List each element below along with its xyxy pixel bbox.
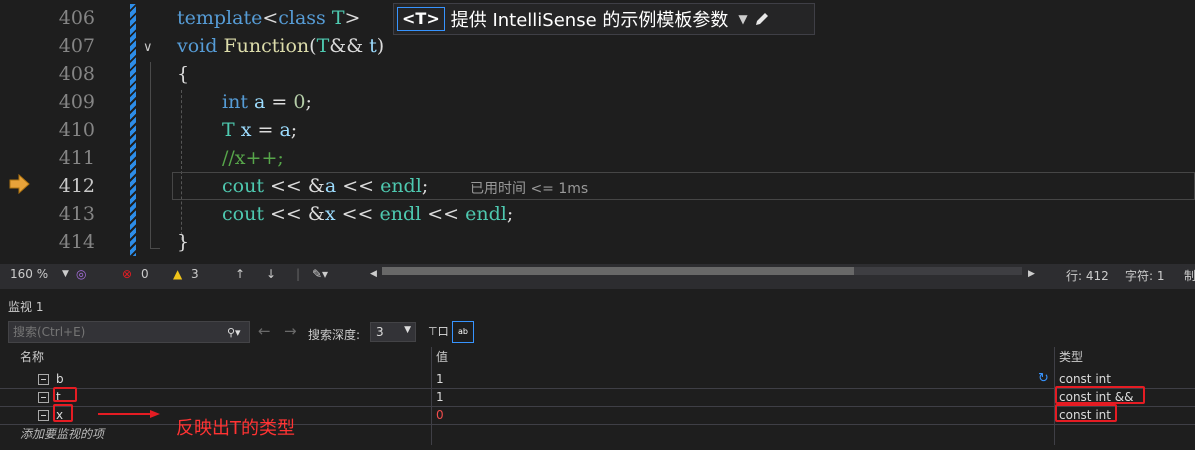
watch-value[interactable]: 1 xyxy=(436,390,444,404)
chevron-down-icon[interactable]: ▼ xyxy=(62,269,69,279)
line-number: 411 xyxy=(58,147,95,169)
column-header-name[interactable]: 名称 xyxy=(20,347,44,367)
line-number: 409 xyxy=(58,91,95,113)
execution-pointer-icon[interactable] xyxy=(9,174,31,194)
code-line[interactable]: { xyxy=(177,60,189,88)
watch-type: const int xyxy=(1059,372,1111,386)
table-row[interactable]: t 1 const int && xyxy=(0,389,1195,407)
line-number: 413 xyxy=(58,203,95,225)
column-indicator[interactable]: 字符: 1 xyxy=(1125,267,1165,284)
fold-region-end xyxy=(150,248,160,249)
line-number: 408 xyxy=(58,63,95,85)
chevron-down-icon[interactable]: ▼ xyxy=(738,12,747,26)
line-indicator[interactable]: 行: 412 xyxy=(1066,267,1109,284)
change-tracking-bar xyxy=(130,4,136,256)
pencil-icon[interactable] xyxy=(754,11,770,27)
highlight-box-t-type xyxy=(1055,386,1145,404)
chevron-down-icon: ▼ xyxy=(404,325,411,335)
copilot-icon[interactable]: ◎ xyxy=(76,267,86,281)
code-line[interactable]: int a = 0; xyxy=(222,88,312,116)
code-line[interactable]: cout << &x << endl << endl; xyxy=(222,200,513,228)
search-depth-select[interactable]: 3 ▼ xyxy=(370,322,416,342)
line-number: 407 xyxy=(58,35,95,57)
watch-search-input[interactable] xyxy=(9,324,227,340)
warning-count[interactable]: 3 xyxy=(191,267,199,281)
next-issue-icon[interactable]: ↓ xyxy=(266,267,276,281)
annotation-arrow-icon xyxy=(98,410,160,418)
warning-icon[interactable]: ▲ xyxy=(173,267,182,281)
zoom-level[interactable]: 160 % xyxy=(10,267,48,281)
line-number-current: 412 xyxy=(58,175,95,197)
elapsed-time-hint: 已用时间 <= 1ms xyxy=(470,181,589,197)
line-number: 406 xyxy=(58,7,95,29)
search-depth-value: 3 xyxy=(376,325,384,339)
annotation-text: 反映出T的类型 xyxy=(176,418,295,439)
watch-value-changed[interactable]: 0 xyxy=(436,408,444,422)
separator: | xyxy=(296,267,301,281)
fold-chevron-icon[interactable]: ∨ xyxy=(143,40,153,55)
code-line[interactable]: //x++; xyxy=(222,144,284,172)
error-count[interactable]: 0 xyxy=(141,267,149,281)
watch-value[interactable]: 1 xyxy=(436,372,444,386)
hex-format-button[interactable]: ab xyxy=(452,321,474,343)
variable-icon xyxy=(38,374,49,385)
scroll-right-icon[interactable]: ▶ xyxy=(1028,269,1035,279)
code-cleanup-icon[interactable]: ✎▾ xyxy=(312,267,328,281)
highlight-box-x-type xyxy=(1055,404,1117,422)
code-line[interactable]: } xyxy=(177,228,189,256)
line-number: 410 xyxy=(58,119,95,141)
watch-search-box[interactable]: ⚲▾ xyxy=(8,321,250,343)
search-back-icon[interactable]: ← xyxy=(258,322,271,340)
variable-icon xyxy=(38,392,49,403)
intellisense-template-bar[interactable]: <T> 提供 IntelliSense 的示例模板参数 ▼ xyxy=(393,3,815,35)
code-line[interactable]: template<class T> xyxy=(177,4,360,32)
template-badge: <T> xyxy=(397,7,445,31)
fold-region-line xyxy=(150,62,151,248)
pin-icon[interactable]: ⊤口 xyxy=(428,323,449,339)
highlight-box-t-name xyxy=(53,387,77,402)
code-line[interactable]: T x = a; xyxy=(222,116,297,144)
search-icon[interactable]: ⚲▾ xyxy=(227,326,249,339)
mode-indicator[interactable]: 制 xyxy=(1184,267,1195,284)
editor-status-strip: 160 % ▼ ◎ ⊗ 0 ▲ 3 ↑ ↓ | ✎▾ ◀ ▶ 行: 412 字符… xyxy=(0,264,1195,285)
line-number: 414 xyxy=(58,231,95,253)
code-line[interactable]: cout << &a << endl; xyxy=(222,172,428,200)
highlight-box-x-name xyxy=(53,404,73,422)
watch-window-title: 监视 1 xyxy=(8,300,44,314)
variable-icon xyxy=(38,410,49,421)
previous-issue-icon[interactable]: ↑ xyxy=(235,267,245,281)
add-watch-item[interactable]: 添加要监视的项 xyxy=(20,425,104,442)
column-header-value[interactable]: 值 xyxy=(436,347,448,367)
template-bar-label: 提供 IntelliSense 的示例模板参数 xyxy=(450,10,729,31)
watch-name[interactable]: b xyxy=(56,372,64,386)
error-icon[interactable]: ⊗ xyxy=(122,267,132,281)
scroll-left-icon[interactable]: ◀ xyxy=(370,269,377,279)
table-row[interactable]: b 1 ↻ const int xyxy=(0,371,1195,389)
search-forward-icon[interactable]: → xyxy=(284,322,297,340)
search-depth-label: 搜索深度: xyxy=(308,328,361,342)
indent-guide xyxy=(181,90,182,240)
column-header-type[interactable]: 类型 xyxy=(1059,347,1083,367)
code-editor[interactable]: ∨ 406 407 408 409 410 411 412 413 414 te… xyxy=(0,0,1195,264)
horizontal-scrollbar-thumb[interactable] xyxy=(382,267,854,275)
refresh-icon[interactable]: ↻ xyxy=(1038,371,1049,386)
code-line[interactable]: void Function(T&& t) xyxy=(177,32,384,60)
